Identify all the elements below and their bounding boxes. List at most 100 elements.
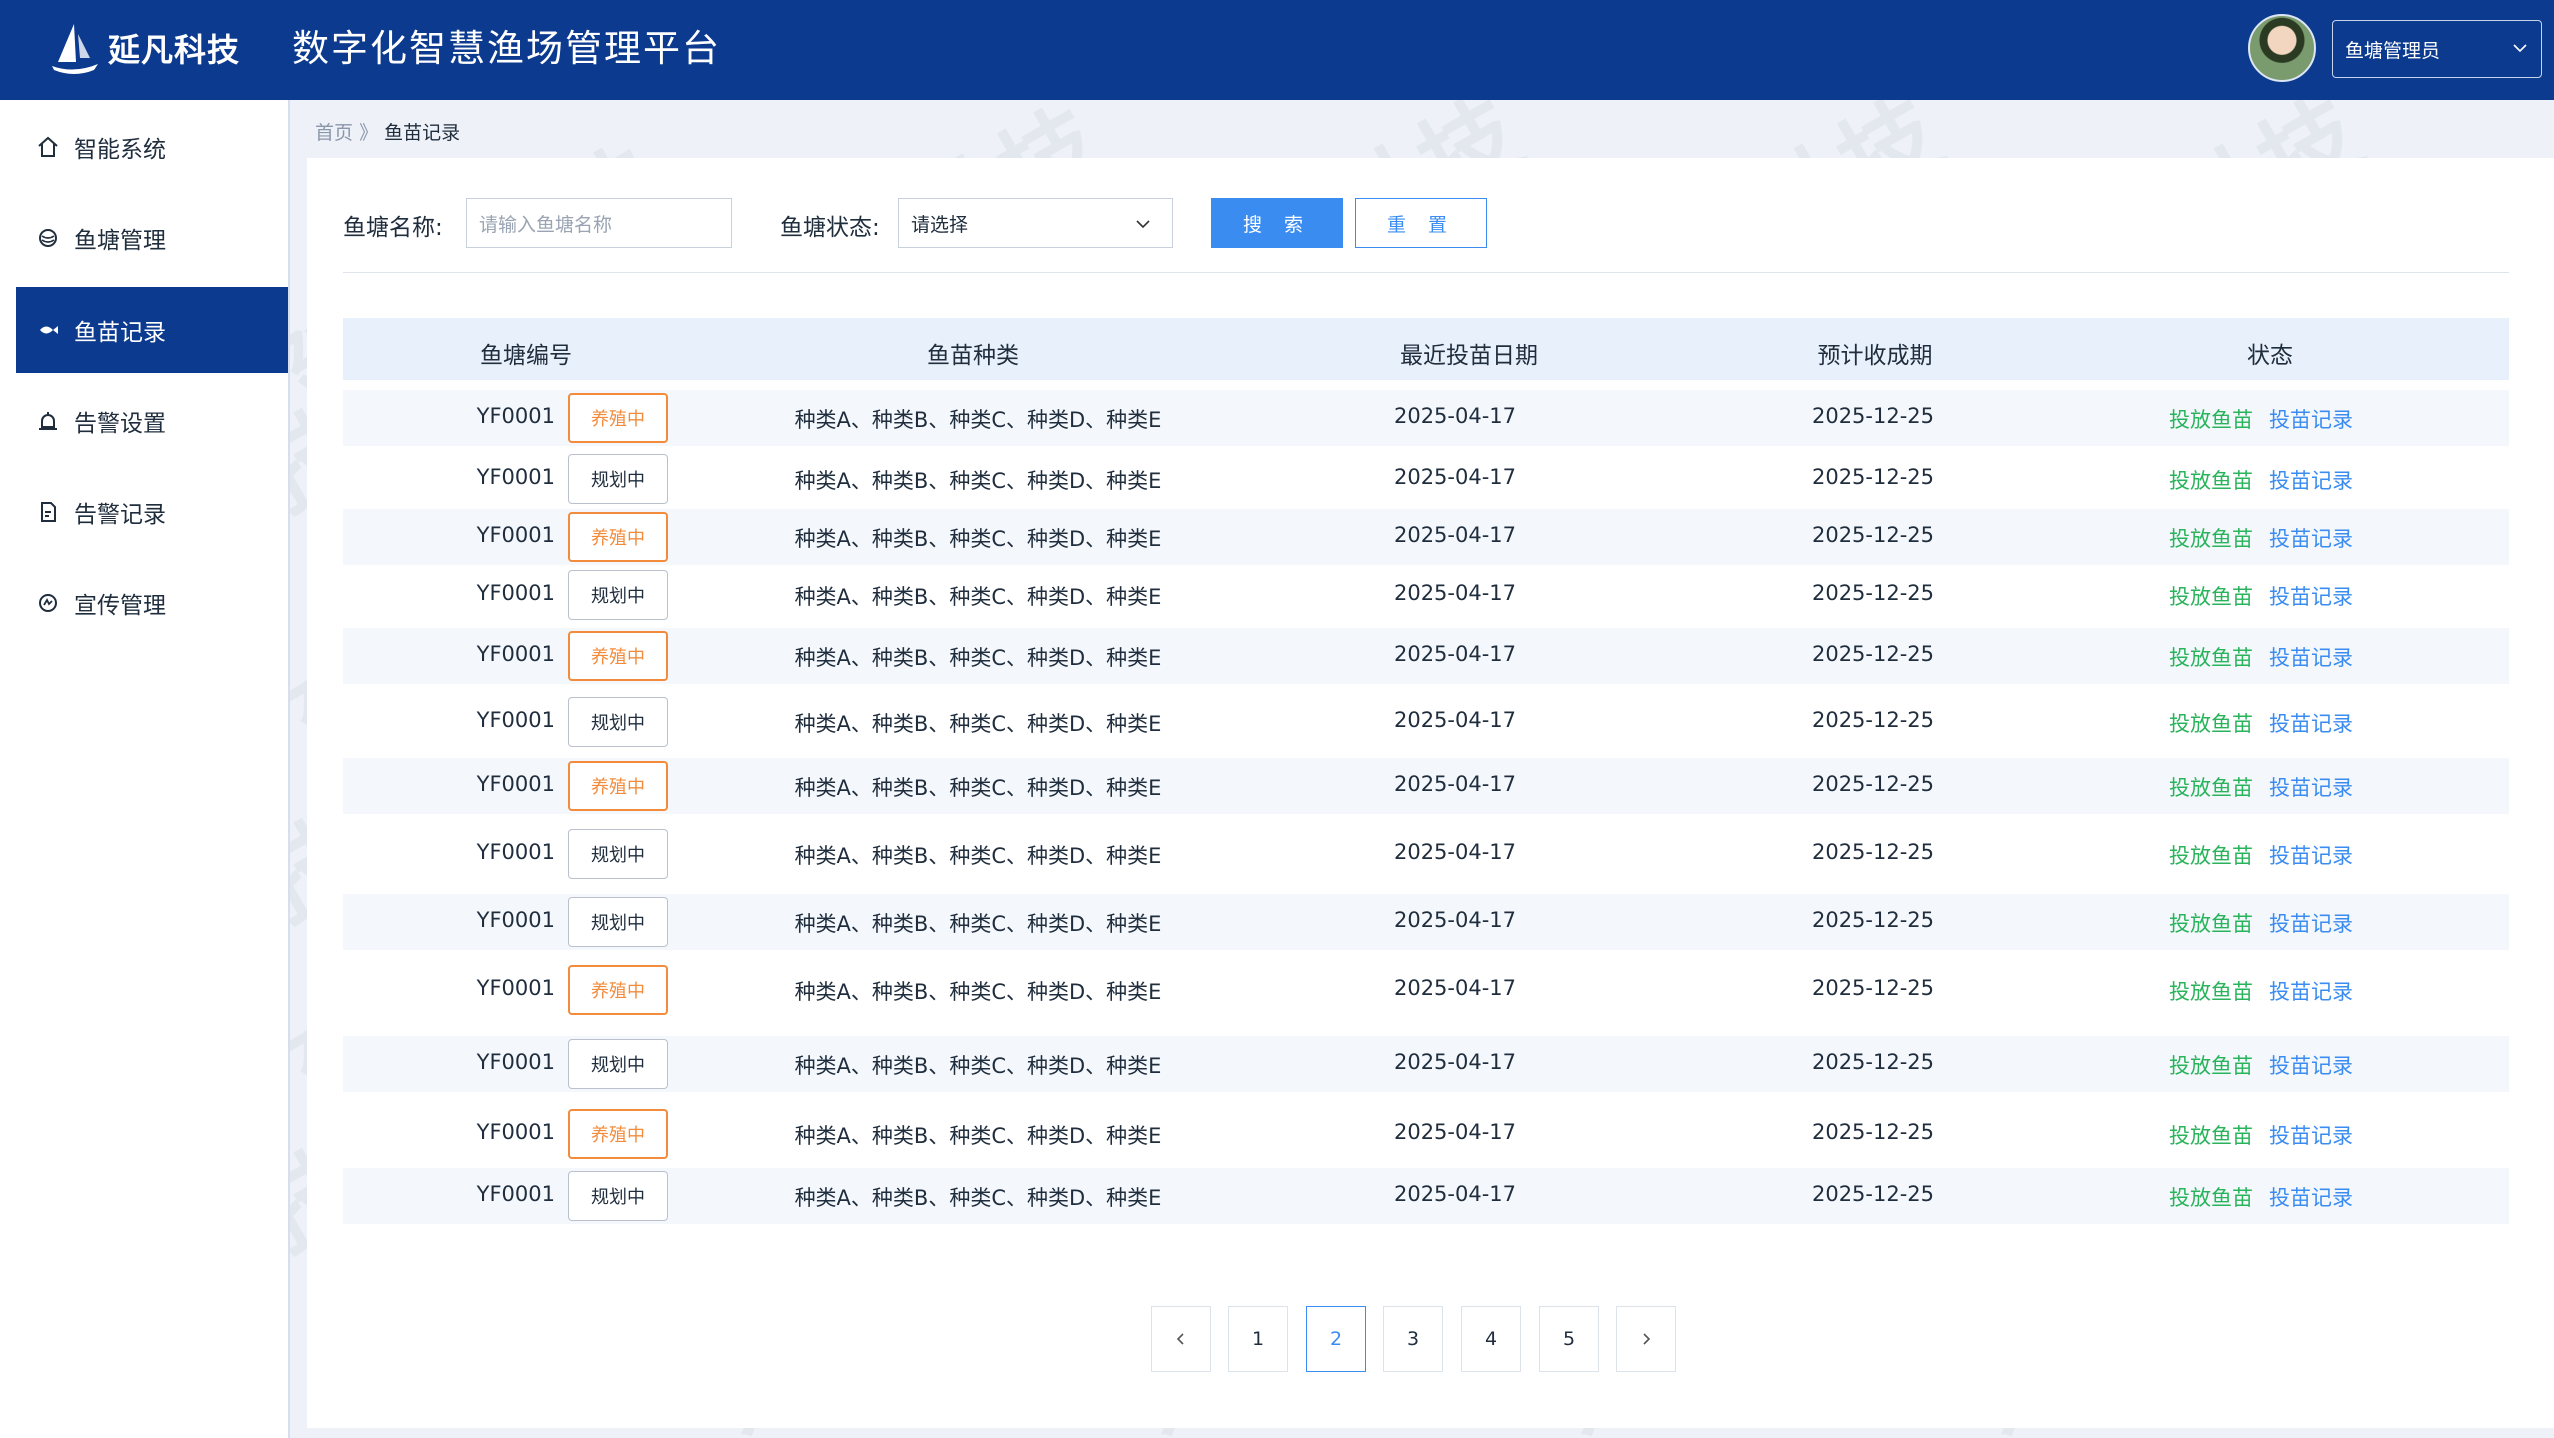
table-row: YF0001 规划中 种类A、种类B、种类C、种类D、种类E 2025-04-17 20… xyxy=(343,1168,2509,1224)
sidebar-item-label: 智能系统 xyxy=(74,137,166,163)
harvest-date-cell: 2025-12-25 xyxy=(1811,976,1935,1000)
breadcrumb-separator: 》 xyxy=(359,122,379,144)
brand-logo: 延凡科技 xyxy=(44,18,240,78)
table-row: YF0001 规划中 种类A、种类B、种类C、种类D、种类E 2025-04-17 20… xyxy=(343,826,2509,882)
stock-fry-link[interactable]: 投放鱼苗 xyxy=(2169,404,2253,434)
harvest-date-cell: 2025-12-25 xyxy=(1811,581,1935,605)
stocking-records-link[interactable]: 投苗记录 xyxy=(2269,581,2353,611)
chevron-down-icon xyxy=(1136,220,1150,229)
stock-fry-link[interactable]: 投放鱼苗 xyxy=(2169,772,2253,802)
harvest-date-cell: 2025-12-25 xyxy=(1811,1182,1935,1206)
stocking-records-link[interactable]: 投苗记录 xyxy=(2269,908,2353,938)
stock-fry-link[interactable]: 投放鱼苗 xyxy=(2169,523,2253,553)
stock-fry-link[interactable]: 投放鱼苗 xyxy=(2169,976,2253,1006)
sidebar-item-pond-management[interactable]: 鱼塘管理 xyxy=(16,195,288,281)
page-button[interactable]: 2 xyxy=(1306,1306,1366,1372)
sidebar-item-label: 告警记录 xyxy=(74,502,166,528)
pond-status-select[interactable]: 请选择 xyxy=(898,198,1173,248)
stock-fry-link[interactable]: 投放鱼苗 xyxy=(2169,708,2253,738)
pond-code: YF0001 xyxy=(476,642,555,666)
pond-name-input[interactable]: 请输入鱼塘名称 xyxy=(466,198,732,248)
stocking-records-link[interactable]: 投苗记录 xyxy=(2269,1050,2353,1080)
sidebar-item-smart-system[interactable]: 智能系统 xyxy=(16,104,288,190)
breadcrumb-home[interactable]: 首页 xyxy=(315,122,353,144)
app-title: 数字化智慧渔场管理平台 xyxy=(292,27,721,70)
stock-fry-link[interactable]: 投放鱼苗 xyxy=(2169,908,2253,938)
table-row: YF0001 规划中 种类A、种类B、种类C、种类D、种类E 2025-04-17 20… xyxy=(343,451,2509,507)
prev-page-button[interactable] xyxy=(1151,1306,1211,1372)
user-role-select[interactable]: 鱼塘管理员 xyxy=(2332,20,2542,78)
status-badge: 养殖中 xyxy=(568,761,668,811)
stocking-date-cell: 2025-04-17 xyxy=(1393,523,1517,547)
chevron-left-icon xyxy=(1176,1333,1184,1345)
stock-fry-link[interactable]: 投放鱼苗 xyxy=(2169,642,2253,672)
sidebar-item-alarm-records[interactable]: 告警记录 xyxy=(16,469,288,555)
stocking-date-cell: 2025-04-17 xyxy=(1393,581,1517,605)
stocking-records-link[interactable]: 投苗记录 xyxy=(2269,404,2353,434)
pond-name-label: 鱼塘名称: xyxy=(343,215,443,241)
species-cell: 种类A、种类B、种类C、种类D、种类E xyxy=(794,1124,1162,1148)
table-row: YF0001 养殖中 种类A、种类B、种类C、种类D、种类E 2025-04-17 20… xyxy=(343,1106,2509,1162)
stock-fry-link[interactable]: 投放鱼苗 xyxy=(2169,465,2253,495)
stocking-date-cell: 2025-04-17 xyxy=(1393,976,1517,1000)
next-page-button[interactable] xyxy=(1616,1306,1676,1372)
table-row: YF0001 规划中 种类A、种类B、种类C、种类D、种类E 2025-04-17 20… xyxy=(343,894,2509,950)
stock-fry-link[interactable]: 投放鱼苗 xyxy=(2169,1120,2253,1150)
search-button[interactable]: 搜 索 xyxy=(1211,198,1343,248)
species-cell: 种类A、种类B、种类C、种类D、种类E xyxy=(794,912,1162,936)
harvest-date-cell: 2025-12-25 xyxy=(1811,404,1935,428)
column-header-last-stocking-date: 最近投苗日期 xyxy=(1400,343,1538,369)
stocking-records-link[interactable]: 投苗记录 xyxy=(2269,772,2353,802)
harvest-date-cell: 2025-12-25 xyxy=(1811,523,1935,547)
page-button[interactable]: 3 xyxy=(1383,1306,1443,1372)
reset-button[interactable]: 重 置 xyxy=(1355,198,1487,248)
page-button[interactable]: 4 xyxy=(1461,1306,1521,1372)
page-button[interactable]: 1 xyxy=(1228,1306,1288,1372)
status-badge: 规划中 xyxy=(568,1039,668,1089)
stocking-date-cell: 2025-04-17 xyxy=(1393,642,1517,666)
sidebar-item-label: 鱼塘管理 xyxy=(74,228,166,254)
stocking-records-link[interactable]: 投苗记录 xyxy=(2269,1120,2353,1150)
filter-divider xyxy=(343,272,2509,273)
chevron-right-icon xyxy=(1643,1333,1651,1345)
sidebar-item-fry-records[interactable]: 鱼苗记录 xyxy=(16,287,288,373)
stocking-records-link[interactable]: 投苗记录 xyxy=(2269,523,2353,553)
stocking-records-link[interactable]: 投苗记录 xyxy=(2269,708,2353,738)
stock-fry-link[interactable]: 投放鱼苗 xyxy=(2169,840,2253,870)
stocking-records-link[interactable]: 投苗记录 xyxy=(2269,1182,2353,1212)
table-row: YF0001 养殖中 种类A、种类B、种类C、种类D、种类E 2025-04-17 20… xyxy=(343,509,2509,565)
stocking-records-link[interactable]: 投苗记录 xyxy=(2269,465,2353,495)
stock-fry-link[interactable]: 投放鱼苗 xyxy=(2169,581,2253,611)
status-badge: 养殖中 xyxy=(568,631,668,681)
avatar[interactable] xyxy=(2248,14,2316,82)
table-row: YF0001 养殖中 种类A、种类B、种类C、种类D、种类E 2025-04-17 20… xyxy=(343,962,2509,1018)
stocking-records-link[interactable]: 投苗记录 xyxy=(2269,642,2353,672)
species-cell: 种类A、种类B、种类C、种类D、种类E xyxy=(794,469,1162,493)
sail-logo-icon xyxy=(52,24,98,74)
page-button[interactable]: 5 xyxy=(1539,1306,1599,1372)
stocking-date-cell: 2025-04-17 xyxy=(1393,1182,1517,1206)
pond-code: YF0001 xyxy=(476,1050,555,1074)
sidebar-item-label: 鱼苗记录 xyxy=(74,320,166,346)
sidebar: 智能系统 鱼塘管理 鱼苗记录 告警设置 告警记录 宣传管理 xyxy=(0,100,290,1438)
status-badge: 规划中 xyxy=(568,897,668,947)
alarm-icon xyxy=(36,409,60,433)
sidebar-item-alarm-settings[interactable]: 告警设置 xyxy=(16,378,288,464)
sidebar-item-label: 宣传管理 xyxy=(74,593,166,619)
status-badge: 规划中 xyxy=(568,1171,668,1221)
sidebar-item-publicity[interactable]: 宣传管理 xyxy=(16,560,288,646)
pond-code: YF0001 xyxy=(476,581,555,605)
stock-fry-link[interactable]: 投放鱼苗 xyxy=(2169,1050,2253,1080)
pond-code: YF0001 xyxy=(476,772,555,796)
stocking-records-link[interactable]: 投苗记录 xyxy=(2269,840,2353,870)
species-cell: 种类A、种类B、种类C、种类D、种类E xyxy=(794,980,1162,1004)
species-cell: 种类A、种类B、种类C、种类D、种类E xyxy=(794,527,1162,551)
stock-fry-link[interactable]: 投放鱼苗 xyxy=(2169,1182,2253,1212)
status-badge: 规划中 xyxy=(568,570,668,620)
status-badge: 规划中 xyxy=(568,454,668,504)
table-row: YF0001 养殖中 种类A、种类B、种类C、种类D、种类E 2025-04-17 20… xyxy=(343,758,2509,814)
stocking-records-link[interactable]: 投苗记录 xyxy=(2269,976,2353,1006)
species-cell: 种类A、种类B、种类C、种类D、种类E xyxy=(794,844,1162,868)
harvest-date-cell: 2025-12-25 xyxy=(1811,708,1935,732)
pond-status-value: 请选择 xyxy=(911,213,969,236)
